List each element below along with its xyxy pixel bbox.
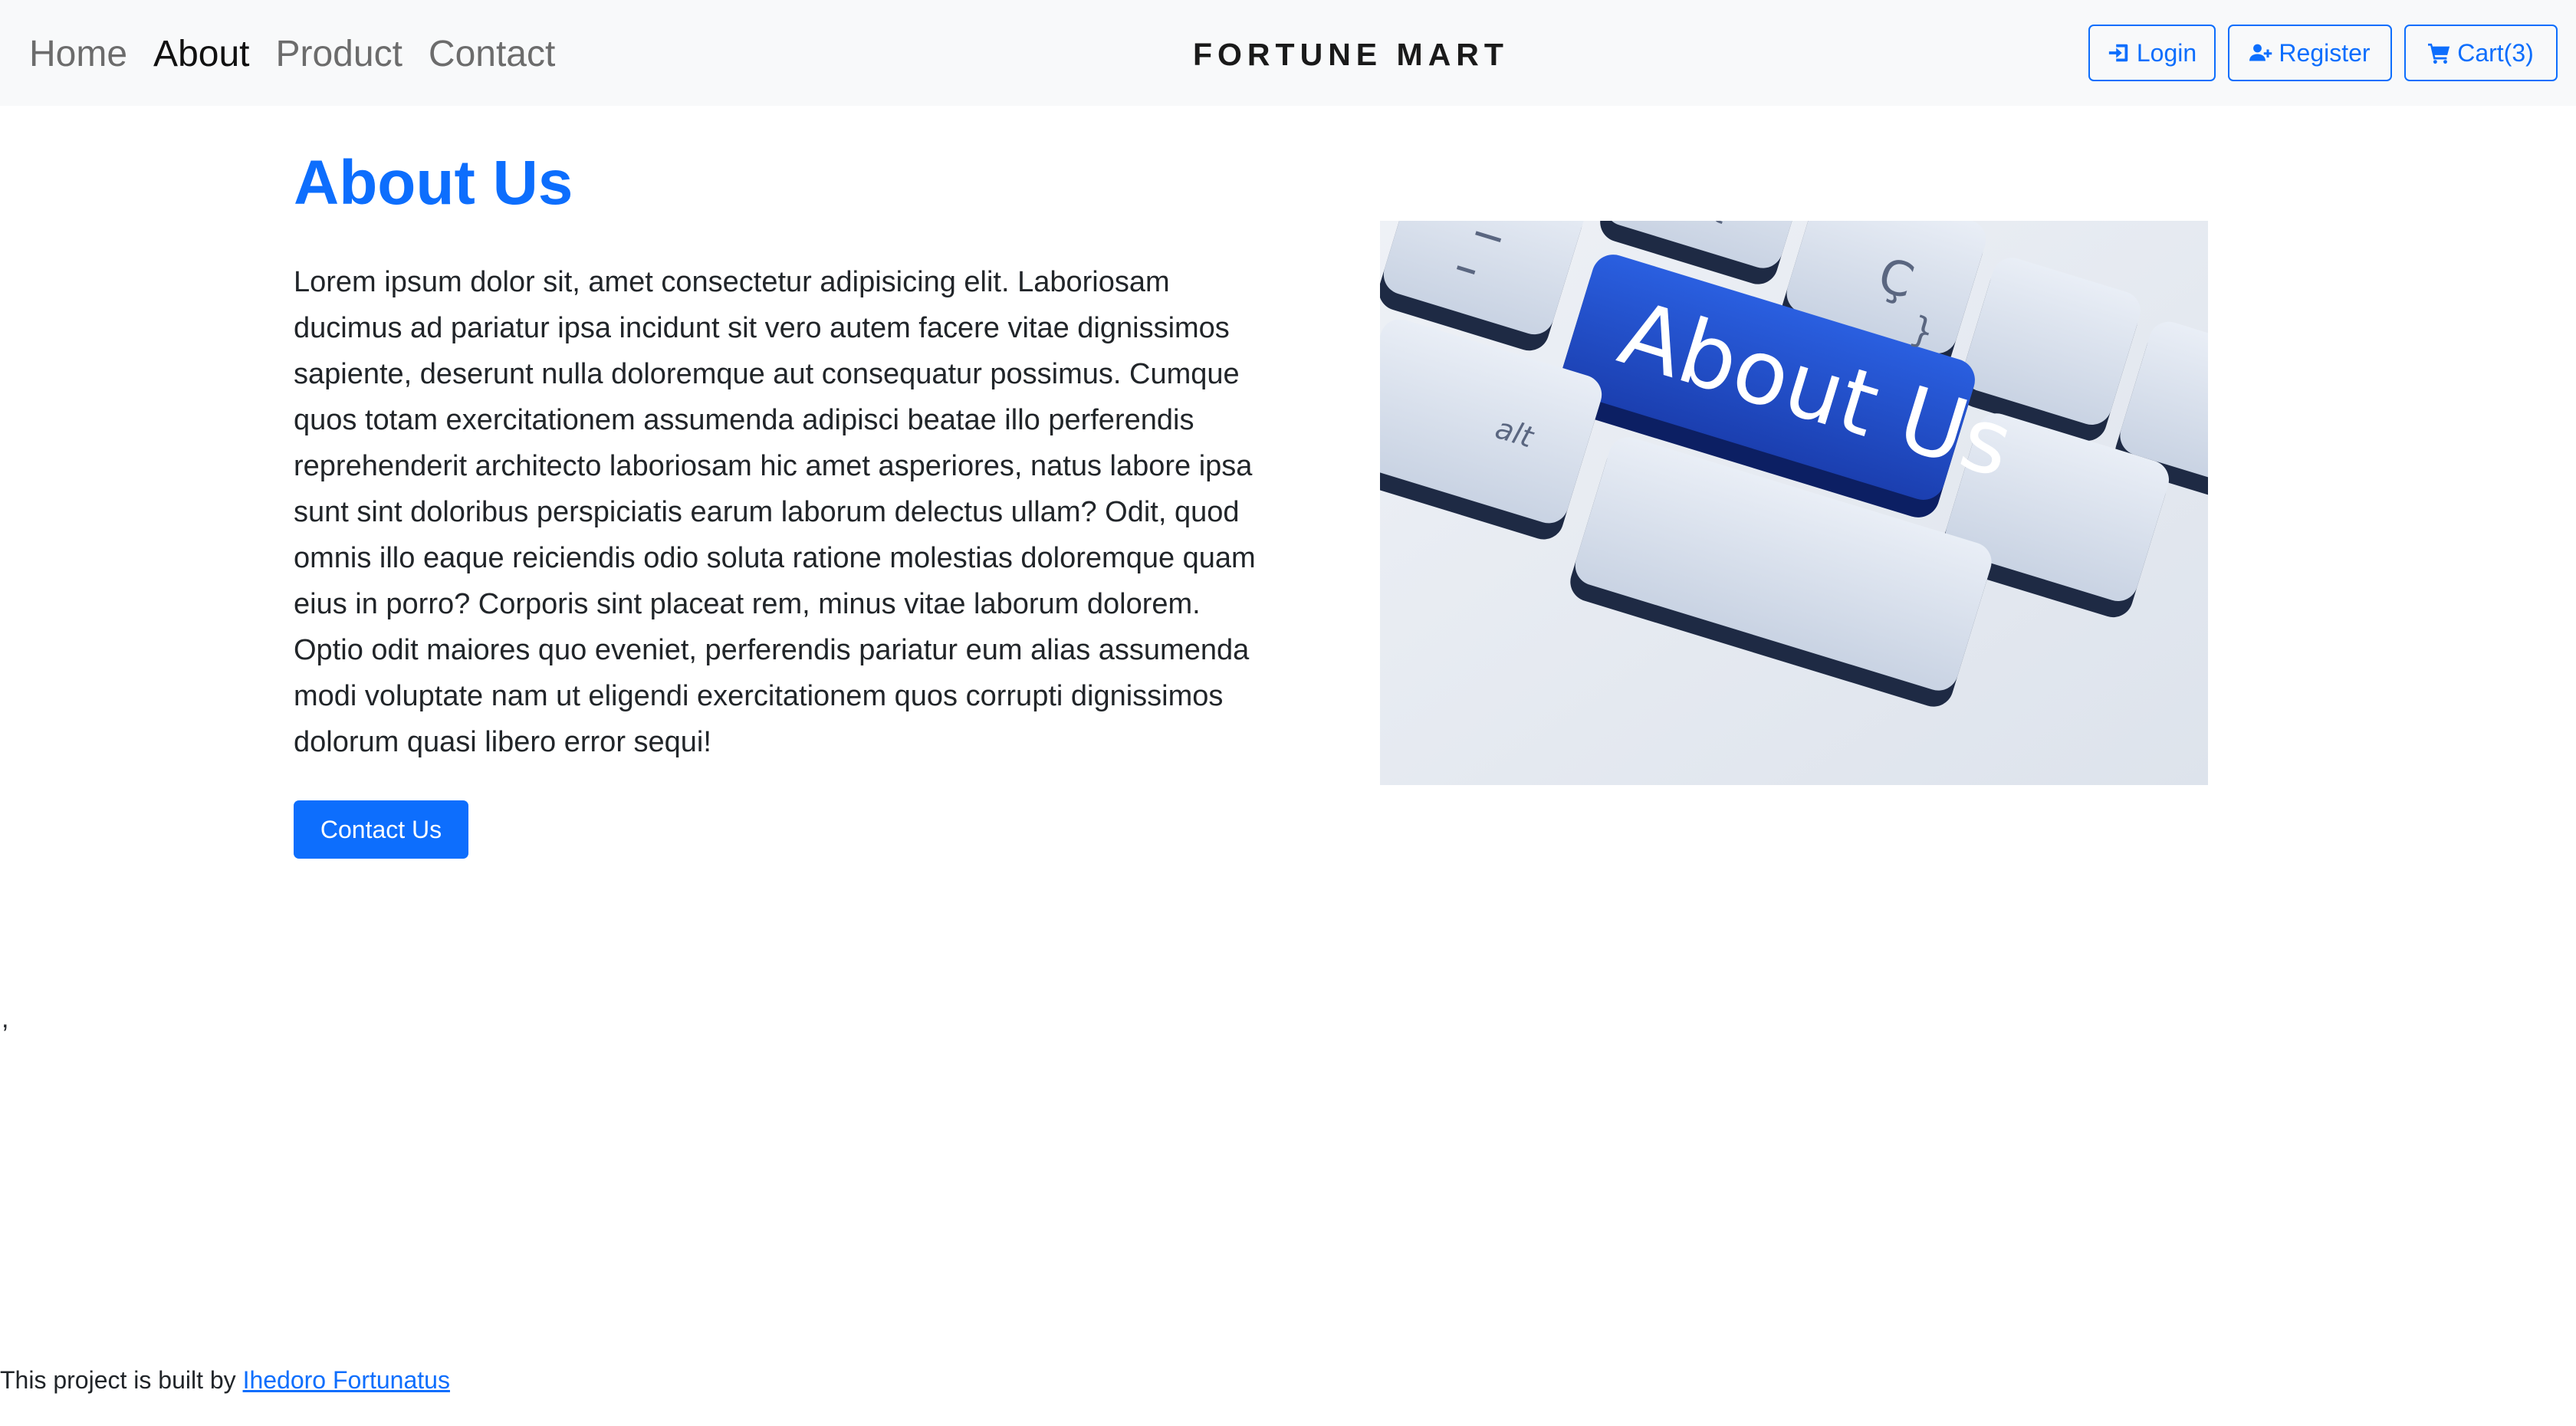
- contact-us-button[interactable]: Contact Us: [294, 800, 468, 859]
- login-label: Login: [2136, 38, 2197, 67]
- about-description: Lorem ipsum dolor sit, amet consectetur …: [294, 266, 1256, 758]
- stray-comma: ,: [2, 1004, 9, 1033]
- user-plus-icon: [2249, 44, 2272, 61]
- nav-link-product[interactable]: Product: [275, 33, 402, 75]
- nav-link-about[interactable]: About: [153, 33, 249, 75]
- footer-credit: This project is built by Ihedoro Fortuna…: [0, 1366, 450, 1395]
- register-button[interactable]: Register: [2228, 25, 2392, 81]
- register-label: Register: [2279, 38, 2371, 67]
- cart-label: Cart(3): [2457, 38, 2534, 67]
- cart-button[interactable]: Cart(3): [2404, 25, 2558, 81]
- about-us-keyboard-image: { Ç } alt About Us: [1380, 221, 2208, 785]
- nav-link-contact[interactable]: Contact: [429, 33, 555, 75]
- top-navbar: Home About Product Contact FORTUNE MART …: [0, 0, 2576, 106]
- page-title: About Us: [294, 148, 573, 218]
- sign-in-icon: [2108, 44, 2128, 62]
- cart-icon: [2428, 43, 2450, 64]
- author-link[interactable]: Ihedoro Fortunatus: [243, 1366, 450, 1394]
- nav-link-home[interactable]: Home: [29, 33, 127, 75]
- nav-links: Home About Product Contact: [29, 29, 581, 78]
- brand-logo[interactable]: FORTUNE MART: [1193, 37, 1509, 73]
- login-button[interactable]: Login: [2088, 25, 2216, 81]
- footer-prefix: This project is built by: [0, 1366, 243, 1394]
